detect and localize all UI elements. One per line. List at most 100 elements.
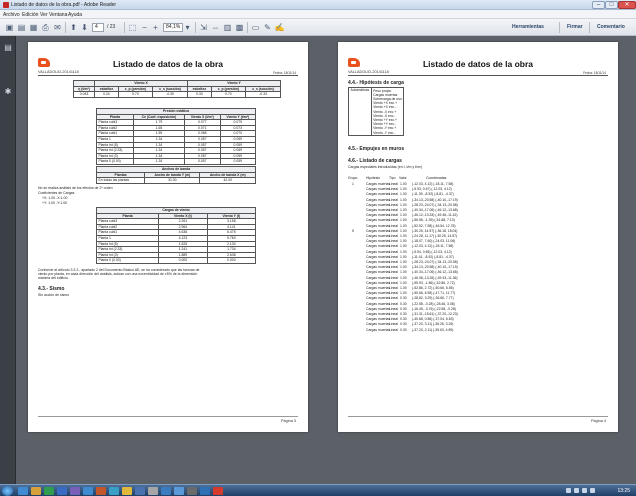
list-cell: 1.00: [400, 254, 407, 259]
list-cell: Cargas muertas: [366, 265, 391, 270]
list-cell: (-46.12,-13.33) (-49.46,-11.42): [412, 213, 458, 218]
folder-icon[interactable]: [31, 487, 41, 495]
pages-icon[interactable]: ▤: [4, 44, 12, 52]
tray-icon[interactable]: [574, 488, 579, 493]
list-cell: (-18.07, 7.60) (-24.03, 11.06): [412, 239, 456, 244]
comment-icon[interactable]: ▭: [250, 22, 261, 33]
list-cell: Cargas muertas: [366, 317, 391, 322]
zoom-out-icon[interactable]: −: [139, 22, 150, 33]
app-icon[interactable]: [200, 487, 210, 495]
note-text: +X: 1.00 -X:1.00: [42, 196, 68, 200]
next-page-icon[interactable]: ⬇: [79, 22, 90, 33]
adobe-reader-taskbar-icon[interactable]: [213, 487, 223, 495]
open-icon[interactable]: ▤: [16, 22, 27, 33]
list-cell: Lineal: [389, 270, 399, 275]
previous-page-icon[interactable]: ⬆: [68, 22, 79, 33]
app-icon[interactable]: [109, 487, 119, 495]
list-cell: Cargas muertas: [366, 192, 391, 197]
list-cell: Lineal: [389, 296, 399, 301]
close-button[interactable]: ✕: [618, 1, 636, 9]
firmar-button[interactable]: Firmar: [567, 24, 583, 30]
menu-edicion[interactable]: Edición: [22, 12, 38, 18]
list-cell: Lineal: [389, 223, 399, 228]
explorer-icon[interactable]: [18, 487, 28, 495]
table-row: Automáticas Peso propio Cargas muertas Sob…: [348, 86, 405, 137]
create-icon[interactable]: ▣: [4, 22, 15, 33]
chevron-down-icon[interactable]: ▾: [184, 22, 191, 33]
list-cell: 1.00: [400, 265, 407, 270]
list-cell: (-52.52, 7.58) (-46.54, 12.78): [412, 223, 456, 228]
toolbar-divider: [195, 22, 196, 33]
fit-width-icon[interactable]: ⇔: [210, 22, 221, 33]
herramientas-button[interactable]: Herramientas: [512, 24, 544, 30]
list-cell: Lineal: [389, 265, 399, 270]
app-icon[interactable]: [83, 487, 93, 495]
hipotesis-table: Automáticas Peso propio Cargas muertas Sob…: [348, 86, 405, 137]
start-button[interactable]: [2, 486, 13, 496]
fit-page-icon[interactable]: ⇲: [198, 22, 209, 33]
select-tool-icon[interactable]: ⬚: [127, 22, 138, 33]
note-text: +Y: 1.00 -Y:1.00: [42, 201, 68, 205]
app-icon[interactable]: [96, 487, 106, 495]
tray-icon[interactable]: [566, 488, 571, 493]
header-rule: [348, 75, 608, 76]
full-screen-icon[interactable]: ▩: [234, 22, 245, 33]
list-cell: (-5.94, 0.65) (-12.03, 4.12): [412, 249, 452, 254]
app-icon[interactable]: [174, 487, 184, 495]
table-row: Planta 0 (0.00) 0.000 0.000: [95, 257, 257, 264]
app-icon[interactable]: [135, 487, 145, 495]
app-icon[interactable]: [70, 487, 80, 495]
pdf-page-3: Listado de datos de la obra VALLADOLID-2…: [28, 42, 308, 432]
page-number-input[interactable]: 4: [92, 23, 104, 32]
zoom-level-input[interactable]: 84,1%: [163, 23, 183, 32]
word-icon[interactable]: [57, 487, 67, 495]
print-icon[interactable]: ⎙: [40, 22, 51, 33]
menu-ayuda[interactable]: Ayuda: [68, 12, 82, 18]
comentario-button[interactable]: Comentario: [597, 24, 625, 30]
save-icon[interactable]: ▦: [28, 22, 39, 33]
list-cell: Cargas muertas: [366, 270, 391, 275]
list-cell: (-40.34,-17.06) (-46.12,-13.68): [412, 270, 458, 275]
list-cell: 1.00: [400, 182, 407, 186]
app-icon[interactable]: [187, 487, 197, 495]
list-cell: Lineal: [389, 280, 399, 285]
menu-ventana[interactable]: Ventana: [49, 12, 67, 18]
list-cell: Lineal: [389, 202, 399, 207]
app-icon[interactable]: [122, 487, 132, 495]
list-cell: 1.00: [400, 187, 407, 192]
toolbar-divider: [65, 22, 66, 33]
app-icon[interactable]: [148, 487, 158, 495]
table-cell: 0.000: [206, 257, 257, 264]
document-viewport[interactable]: Listado de datos de la obra VALLADOLID-2…: [16, 36, 636, 484]
excel-icon[interactable]: [44, 487, 54, 495]
cargas-viento-table: Cargas de viento Planta Viento X (t) Vie…: [95, 207, 257, 264]
table-cell: En todas las plantas: [95, 177, 146, 184]
app-icon[interactable]: [161, 487, 171, 495]
maximize-button[interactable]: □: [605, 1, 618, 9]
list-cell: (-34.13,-20.58) (-40.10,-17.19): [412, 197, 458, 202]
email-icon[interactable]: ✉: [52, 22, 63, 33]
list-item: Cargas muertas Lineal 0.30 (-37.20, 2.11) (…: [348, 328, 548, 333]
minimize-button[interactable]: –: [592, 1, 605, 9]
zoom-in-icon[interactable]: +: [150, 22, 161, 33]
sign-icon[interactable]: ✍: [274, 22, 285, 33]
bookmarks-icon[interactable]: ✱: [4, 88, 12, 96]
hipotesis-item: Viento -Y exc.-: [373, 130, 396, 135]
list-cell: Cargas muertas: [366, 187, 391, 192]
menu-archivo[interactable]: Archivo: [3, 12, 20, 18]
list-cell: 1.00: [400, 249, 407, 254]
list-cell: 1.00: [400, 280, 407, 285]
list-cell: (-12.03, 4.12) (-18.11, 7.58): [412, 182, 454, 186]
table-cell: 0.24: [94, 91, 119, 98]
list-cell: (-31.31,-15.61) (-37.20,-12.23): [412, 312, 458, 316]
network-icon[interactable]: [582, 488, 587, 493]
list-cell: 1.00: [400, 208, 407, 212]
list-cell: (-5.93, 0.67) (-12.03, 4.12): [412, 187, 452, 192]
highlight-icon[interactable]: ✎: [262, 22, 273, 33]
volume-icon[interactable]: [590, 488, 595, 493]
menu-ver[interactable]: Ver: [40, 12, 48, 18]
table-cell: 1.34: [132, 158, 186, 165]
read-mode-icon[interactable]: ▥: [222, 22, 233, 33]
table-cell: 0.000: [158, 257, 208, 264]
section-heading: 4.3.- Sismo: [38, 286, 65, 292]
